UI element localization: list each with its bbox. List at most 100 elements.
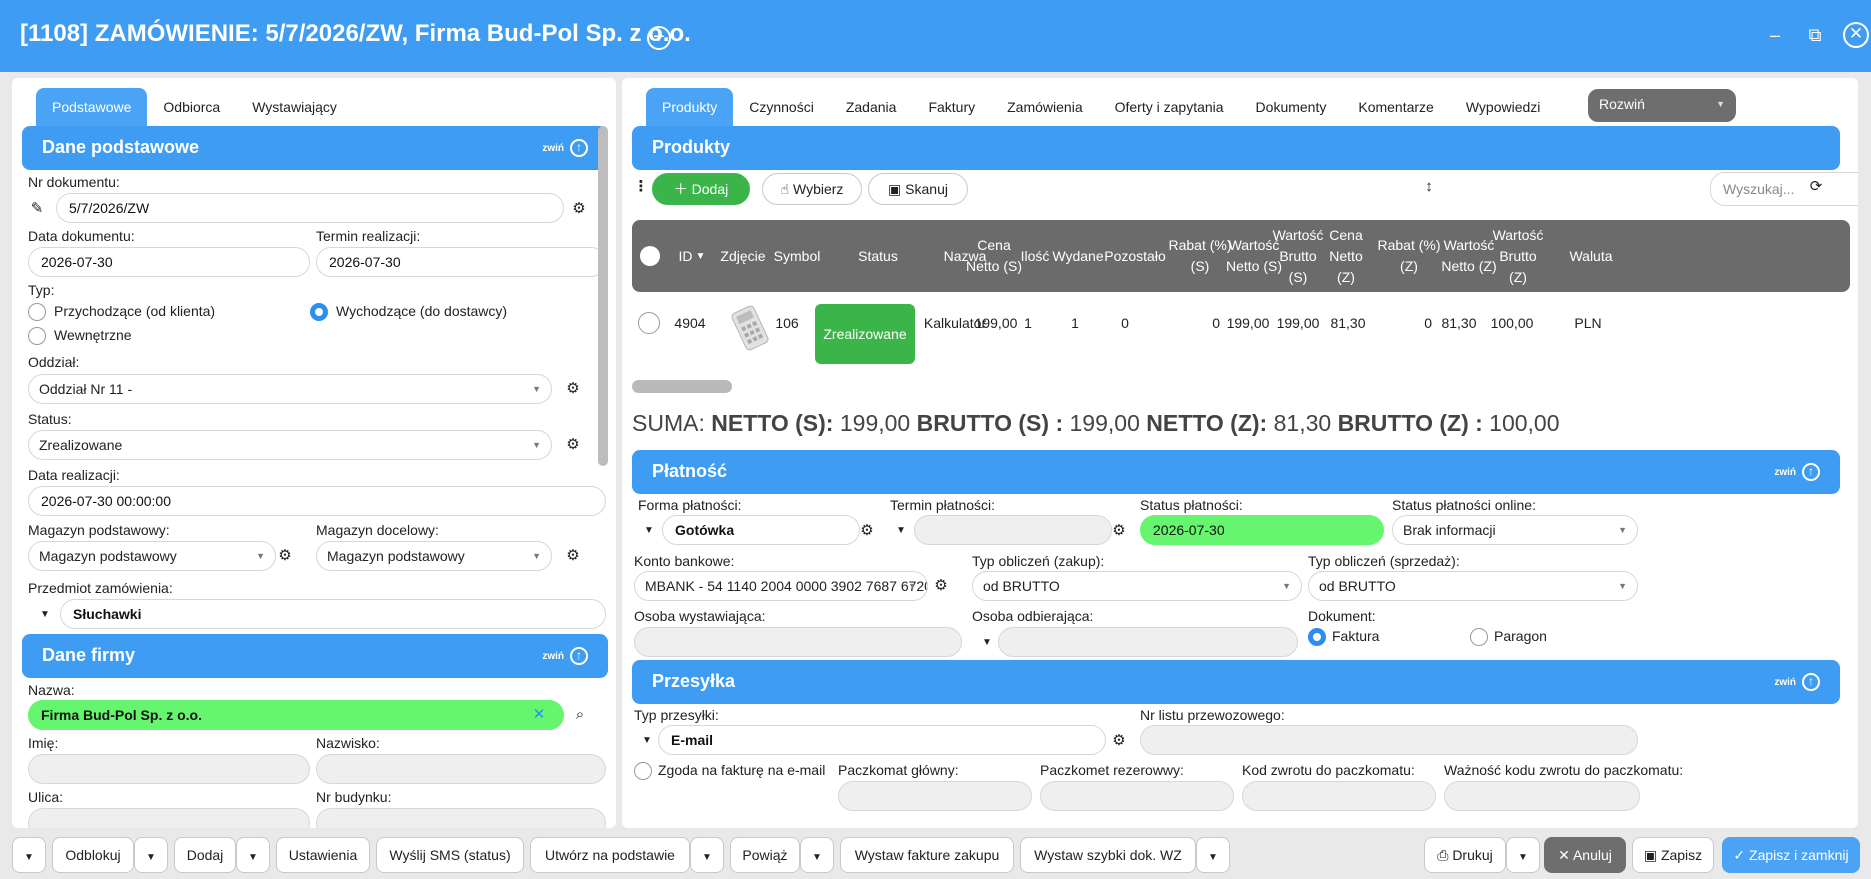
tab-invoices[interactable]: Faktury — [912, 88, 991, 126]
ship-type-field[interactable]: E-mail — [658, 725, 1106, 755]
tab-products[interactable]: Produkty — [646, 88, 734, 126]
first-name-field[interactable] — [28, 754, 310, 784]
tab-offers[interactable]: Oferty i zapytania — [1099, 88, 1240, 126]
caret-down-icon[interactable]: ▼ — [638, 732, 656, 750]
caret-down-icon[interactable]: ▼ — [892, 522, 910, 540]
tab-comments[interactable]: Komentarze — [1342, 88, 1449, 126]
table-horizontal-scrollbar[interactable] — [632, 380, 732, 393]
create-from-button[interactable]: Utwórz na podstawie — [530, 837, 690, 873]
waybill-field[interactable] — [1140, 725, 1638, 755]
tab-issuer[interactable]: Wystawiający — [236, 88, 353, 126]
col-qty[interactable]: Ilość — [1020, 220, 1050, 292]
tab-activities[interactable]: Czynności — [733, 88, 830, 126]
pencil-icon[interactable]: ✎ — [28, 200, 46, 218]
building-field[interactable] — [316, 808, 606, 828]
status-select[interactable]: Zrealizowane ▼ — [28, 430, 552, 460]
link-dropdown-button[interactable]: ▼ — [800, 837, 834, 873]
col-id[interactable]: ID ▼ — [672, 220, 712, 292]
col-status[interactable]: Status — [828, 220, 928, 292]
radio-incoming[interactable] — [28, 303, 46, 321]
cancel-button[interactable]: ✕ Anuluj — [1544, 837, 1626, 873]
purchase-invoice-button[interactable]: Wystaw fakture zakupu — [840, 837, 1014, 873]
add-button[interactable]: Dodaj — [174, 837, 236, 873]
locker-backup-field[interactable] — [1040, 781, 1234, 811]
caret-down-icon[interactable]: ▼ — [640, 522, 658, 540]
collapse-button[interactable]: zwiń ↑ — [1774, 673, 1820, 691]
receiver-field[interactable] — [998, 627, 1298, 657]
gear-icon[interactable]: ⚙ — [1110, 732, 1128, 750]
radio-invoice[interactable] — [1308, 628, 1326, 646]
pay-status-field[interactable]: 2026-07-30 — [1140, 515, 1384, 545]
unlock-dropdown-button[interactable]: ▼ — [134, 837, 168, 873]
due-date-field[interactable]: 2026-07-30 — [316, 247, 606, 277]
quick-wz-button[interactable]: Wystaw szybki dok. WZ — [1020, 837, 1196, 873]
col-value-gross-s[interactable]: Wartość Brutto (S) — [1270, 220, 1326, 292]
tab-documents[interactable]: Dokumenty — [1240, 88, 1343, 126]
close-icon[interactable]: ✕ — [1843, 22, 1869, 48]
tab-statements[interactable]: Wypowiedzi — [1450, 88, 1557, 126]
search-icon[interactable]: ⌕ — [571, 706, 589, 724]
collapse-button[interactable]: zwiń ↑ — [1774, 463, 1820, 481]
gear-icon[interactable]: ⚙ — [564, 547, 582, 565]
locker-main-field[interactable] — [838, 781, 1032, 811]
last-name-field[interactable] — [316, 754, 606, 784]
save-button[interactable]: ▣ Zapisz — [1632, 837, 1714, 873]
branch-select[interactable]: Oddział Nr 11 - ▼ — [28, 374, 552, 404]
col-photo[interactable]: Zdjęcie — [718, 220, 768, 292]
radio-outgoing[interactable] — [310, 303, 328, 321]
restore-icon[interactable]: ⧉ — [1802, 22, 1828, 48]
street-field[interactable] — [28, 808, 310, 828]
tab-orders[interactable]: Zamówienia — [991, 88, 1098, 126]
create-from-dropdown-button[interactable]: ▼ — [690, 837, 724, 873]
calc-buy-select[interactable]: od BRUTTO ▼ — [972, 571, 1302, 601]
col-discount-z[interactable]: Rabat (%) (Z) — [1374, 220, 1444, 292]
return-validity-field[interactable] — [1444, 781, 1640, 811]
bank-select[interactable]: MBANK - 54 1140 2004 0000 3902 7687 6720… — [634, 571, 928, 601]
col-remaining[interactable]: Pozostało — [1104, 220, 1166, 292]
target-warehouse-select[interactable]: Magazyn podstawowy ▼ — [316, 541, 552, 571]
col-symbol[interactable]: Symbol — [772, 220, 822, 292]
quick-wz-dropdown-button[interactable]: ▼ — [1196, 837, 1230, 873]
collapse-button[interactable]: zwiń ↑ — [542, 647, 588, 665]
print-dropdown-button[interactable]: ▼ — [1506, 837, 1540, 873]
pay-online-select[interactable]: Brak informacji ▼ — [1392, 515, 1638, 545]
send-sms-button[interactable]: Wyślij SMS (status) — [376, 837, 524, 873]
radio-receipt[interactable] — [1470, 628, 1488, 646]
save-and-close-button[interactable]: ✓ Zapisz i zamknij — [1722, 837, 1860, 873]
subject-field[interactable]: Słuchawki — [60, 599, 606, 629]
sort-vertical-icon[interactable]: ↕ — [1420, 178, 1438, 196]
tab-tasks[interactable]: Zadania — [830, 88, 913, 126]
add-dropdown-button[interactable]: ▼ — [236, 837, 270, 873]
radio-internal[interactable] — [28, 327, 46, 345]
menu-dropdown-button[interactable]: ▼ — [12, 837, 46, 873]
realization-date-field[interactable]: 2026-07-30 00:00:00 — [28, 486, 606, 516]
tab-recipient[interactable]: Odbiorca — [147, 88, 236, 126]
select-all-checkbox[interactable] — [638, 220, 662, 292]
unlock-button[interactable]: Odblokuj — [52, 837, 134, 873]
company-name-field[interactable]: Firma Bud-Pol Sp. z o.o. — [28, 700, 564, 730]
gear-icon[interactable]: ⚙ — [858, 522, 876, 540]
settings-button[interactable]: Ustawienia — [276, 837, 370, 873]
more-vertical-icon[interactable]: ⋮ — [632, 178, 650, 196]
print-button[interactable]: ⎙ Drukuj — [1424, 837, 1506, 873]
scan-button[interactable]: ▣ Skanuj — [868, 173, 968, 205]
tab-basic[interactable]: Podstawowe — [36, 88, 148, 126]
gear-icon[interactable]: ⚙ — [276, 547, 294, 565]
col-currency[interactable]: Waluta — [1546, 220, 1636, 292]
add-product-button[interactable]: ＋ Dodaj — [652, 173, 750, 205]
expand-select[interactable]: Rozwiń ▼ — [1588, 89, 1736, 122]
gear-icon[interactable]: ⚙ — [932, 577, 950, 595]
collapse-button[interactable]: zwiń ↑ — [542, 139, 588, 157]
col-issued[interactable]: Wydane — [1050, 220, 1106, 292]
doc-date-field[interactable]: 2026-07-30 — [28, 247, 310, 277]
clear-icon[interactable]: ✕ — [530, 706, 548, 724]
row-select-checkbox[interactable] — [638, 312, 660, 334]
issuer-field[interactable] — [634, 627, 962, 657]
caret-down-icon[interactable]: ▼ — [36, 606, 54, 624]
pay-form-field[interactable]: Gotówka — [662, 515, 860, 545]
gear-icon[interactable]: ⚙ — [1110, 522, 1128, 540]
add-circle-icon[interactable]: + — [647, 26, 671, 50]
gear-icon[interactable]: ⚙ — [570, 200, 588, 218]
link-button[interactable]: Powiąż — [730, 837, 800, 873]
calc-sell-select[interactable]: od BRUTTO ▼ — [1308, 571, 1638, 601]
